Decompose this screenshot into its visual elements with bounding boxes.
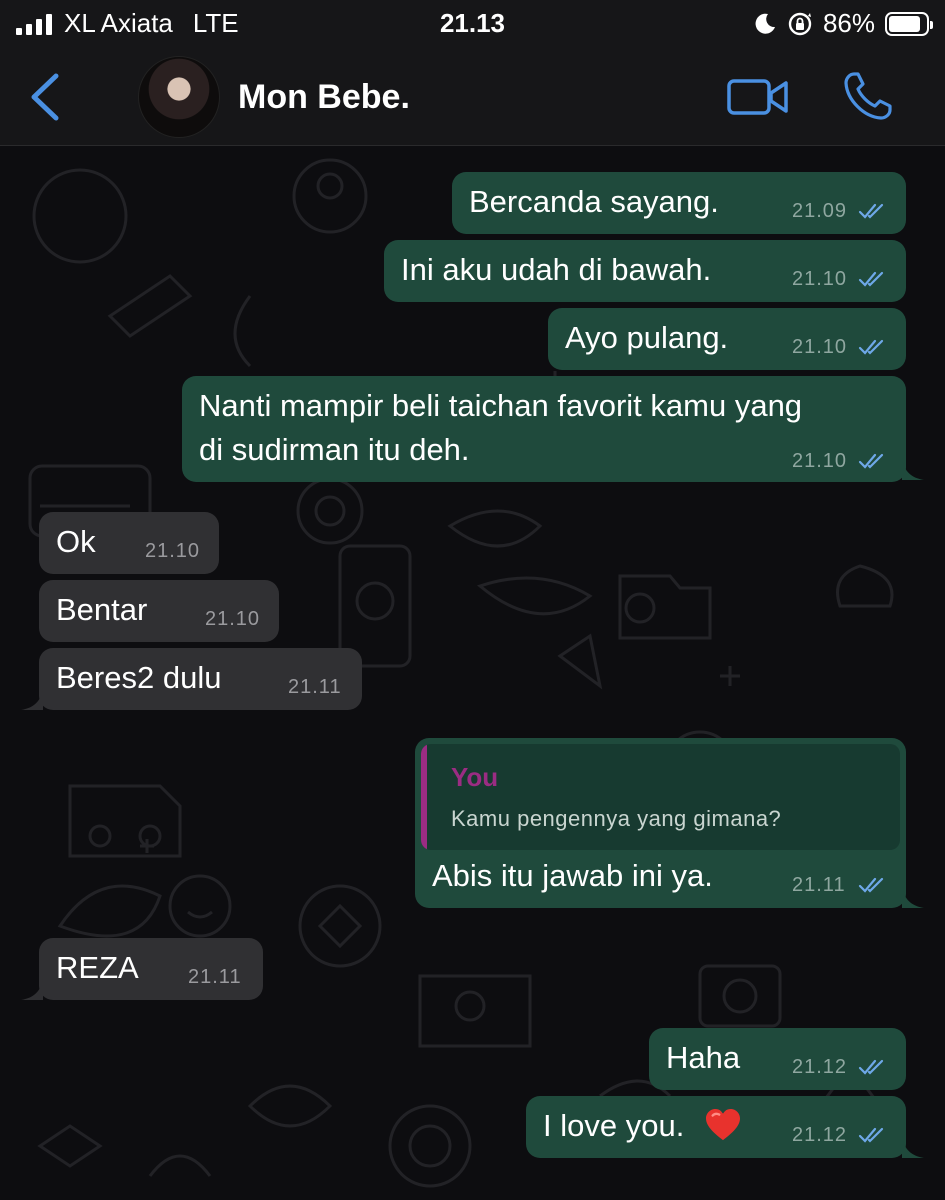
- status-bar: XL Axiata LTE 21.13 86%: [0, 0, 945, 48]
- message-text: Haha: [666, 1040, 741, 1075]
- outgoing-message[interactable]: I love you. 21.12: [526, 1096, 906, 1158]
- message-time: 21.09: [792, 200, 848, 222]
- battery-icon: [885, 11, 933, 36]
- do-not-disturb-moon-icon: [755, 13, 775, 34]
- message-text: Beres2 dulu: [56, 660, 222, 695]
- outgoing-reply-message[interactable]: You Kamu pengennya yang gimana? Abis itu…: [415, 738, 906, 908]
- message-time: 21.12: [792, 1124, 848, 1146]
- message-time: 21.11: [288, 676, 342, 698]
- quote-accent-bar: [421, 744, 427, 850]
- status-right: 86%: [753, 8, 933, 39]
- message-text-line-2: di sudirman itu deh.: [199, 432, 470, 467]
- battery-percent: 86%: [822, 8, 875, 38]
- chat-screen: XL Axiata LTE 21.13 86% Mon Bebe. Bercan…: [0, 0, 945, 1200]
- rotation-lock-icon: [788, 12, 812, 35]
- outgoing-message[interactable]: Ayo pulang. 21.10: [548, 308, 906, 370]
- bubble-tail: [902, 1136, 924, 1158]
- message-time: 21.10: [792, 268, 848, 290]
- video-camera-icon[interactable]: [726, 74, 790, 120]
- message-time: 21.10: [792, 450, 848, 472]
- read-receipt-icon: [858, 1127, 884, 1143]
- read-receipt-icon: [858, 877, 884, 893]
- message-text-line-1: Nanti mampir beli taichan favorit kamu y…: [199, 388, 803, 423]
- message-text: Bercanda sayang.: [469, 184, 719, 219]
- message-text: Ini aku udah di bawah.: [401, 252, 712, 287]
- incoming-message[interactable]: Bentar 21.10: [39, 580, 279, 642]
- message-text: Abis itu jawab ini ya.: [432, 858, 713, 893]
- quoted-sender: You: [451, 762, 499, 792]
- message-text: Ayo pulang.: [565, 320, 729, 355]
- contact-name[interactable]: Mon Bebe.: [238, 78, 410, 117]
- message-time: 21.10: [792, 336, 848, 358]
- message-text: REZA: [56, 950, 139, 985]
- chat-header: Mon Bebe.: [0, 48, 945, 146]
- message-time: 21.12: [792, 1056, 848, 1078]
- outgoing-message[interactable]: Nanti mampir beli taichan favorit kamu y…: [182, 376, 906, 482]
- quoted-text: Kamu pengennya yang gimana?: [451, 806, 782, 831]
- incoming-message[interactable]: Beres2 dulu 21.11: [39, 648, 362, 710]
- quoted-message[interactable]: You Kamu pengennya yang gimana?: [421, 744, 900, 850]
- message-text: Ok: [56, 524, 96, 559]
- message-time: 21.10: [205, 608, 261, 630]
- read-receipt-icon: [858, 271, 884, 287]
- contact-avatar[interactable]: [138, 56, 220, 138]
- bubble-tail: [21, 688, 43, 710]
- message-time: 21.10: [145, 540, 201, 562]
- phone-icon[interactable]: [842, 70, 894, 122]
- bubble-tail: [902, 458, 924, 480]
- chevron-left-icon[interactable]: [26, 70, 66, 124]
- incoming-message[interactable]: Ok 21.10: [39, 512, 219, 574]
- read-receipt-icon: [858, 1059, 884, 1075]
- red-heart-icon: [706, 1108, 740, 1141]
- message-text: I love you.: [543, 1108, 685, 1143]
- message-time: 21.11: [188, 966, 242, 988]
- read-receipt-icon: [858, 203, 884, 219]
- outgoing-message[interactable]: Haha 21.12: [649, 1028, 906, 1090]
- outgoing-message[interactable]: Bercanda sayang. 21.09: [452, 172, 906, 234]
- message-time: 21.11: [792, 874, 846, 896]
- message-text: Bentar: [56, 592, 148, 627]
- incoming-message[interactable]: REZA 21.11: [39, 938, 263, 1000]
- bubble-tail: [21, 978, 43, 1000]
- bubble-tail: [902, 886, 924, 908]
- read-receipt-icon: [858, 453, 884, 469]
- outgoing-message[interactable]: Ini aku udah di bawah. 21.10: [384, 240, 906, 302]
- read-receipt-icon: [858, 339, 884, 355]
- message-list[interactable]: Bercanda sayang. 21.09 Ini aku udah di b…: [0, 146, 945, 1200]
